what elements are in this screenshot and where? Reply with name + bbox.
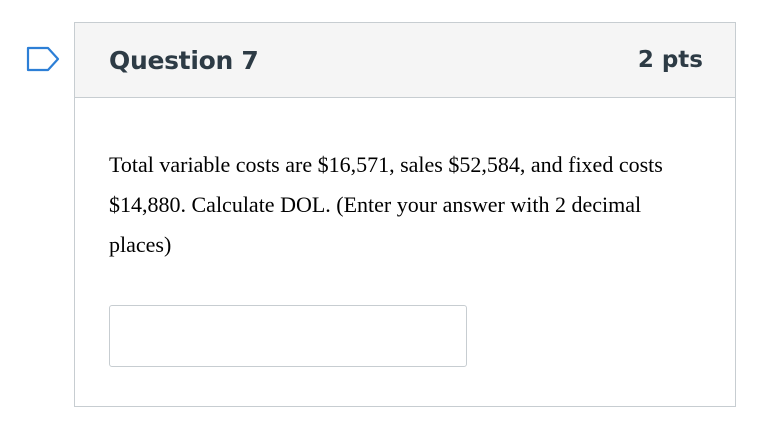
question-text: Total variable costs are $16,571, sales …	[109, 152, 663, 257]
question-points: 2 pts	[637, 47, 703, 73]
question-body: Total variable costs are $16,571, sales …	[75, 98, 735, 367]
question-title: Question 7	[109, 45, 259, 75]
bookmark-flag-icon	[26, 46, 60, 72]
answer-input[interactable]	[109, 305, 467, 367]
quiz-page: Question 7 2 pts Total variable costs ar…	[0, 0, 784, 440]
flag-question-button[interactable]	[22, 42, 64, 76]
question-header: Question 7 2 pts	[75, 23, 735, 98]
question-card: Question 7 2 pts Total variable costs ar…	[74, 22, 736, 407]
